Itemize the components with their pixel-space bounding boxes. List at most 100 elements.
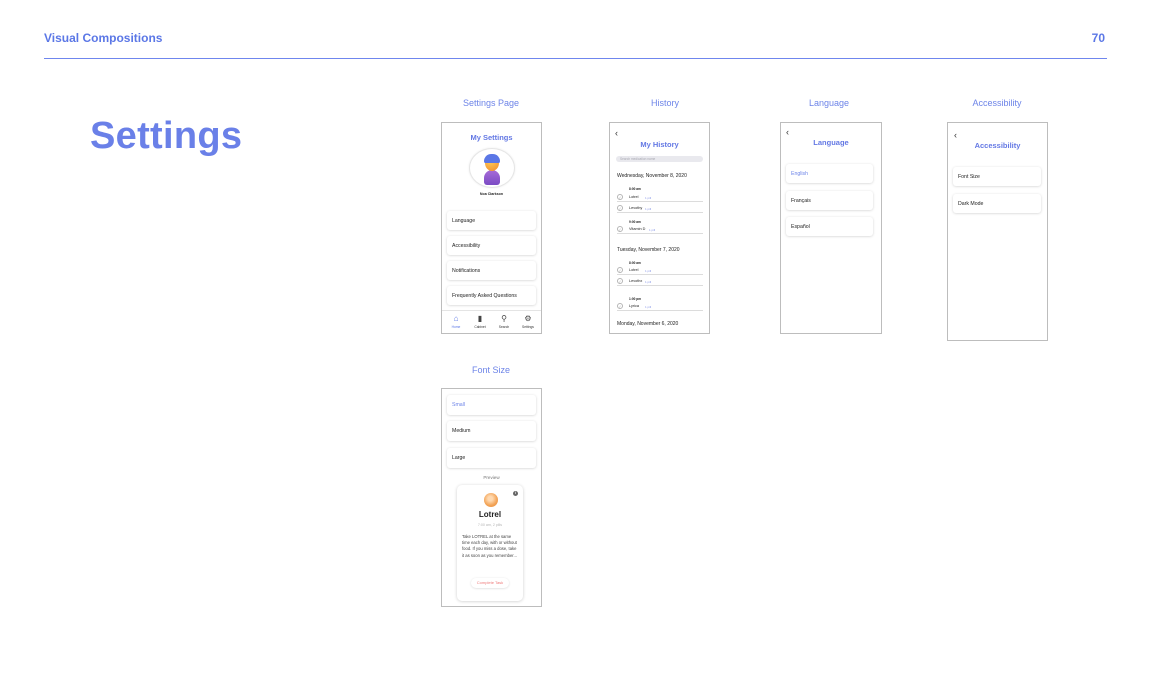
accessibility-screen: ‹ Accessibility Font Size Dark Mode xyxy=(947,122,1048,341)
med-name: Lotrel xyxy=(629,195,639,199)
tab-label: Search xyxy=(498,325,510,329)
user-name: Noa Clarkson xyxy=(479,192,504,196)
font-size-option-large[interactable]: Large xyxy=(447,448,536,468)
date-heading: Wednesday, November 8, 2020 xyxy=(617,173,687,179)
tab-label: Home xyxy=(451,325,461,329)
option-label: Large xyxy=(452,455,466,461)
check-circle-icon: ✓ xyxy=(617,226,623,232)
accessibility-option-font-size[interactable]: Font Size xyxy=(953,167,1041,186)
search-input[interactable]: Search medication name xyxy=(616,156,703,162)
medication-instructions: Take LOTREL at the same time each day, w… xyxy=(462,534,517,558)
med-qty: 1 pill xyxy=(645,268,652,273)
user-avatar-icon xyxy=(483,154,501,185)
screen-title: Accessibility xyxy=(974,141,1021,150)
accessibility-option-dark-mode[interactable]: Dark Mode xyxy=(953,194,1041,213)
settings-item-language[interactable]: Language xyxy=(447,211,536,230)
gear-icon: ⚙ xyxy=(524,314,532,323)
settings-item-notifications[interactable]: Notifications xyxy=(447,261,536,280)
settings-item-accessibility[interactable]: Accessibility xyxy=(447,236,536,255)
caption-settings-page: Settings Page xyxy=(462,98,520,108)
med-name: Levothy xyxy=(629,206,643,210)
history-entry[interactable]: ✓ Levothy 1 pill xyxy=(617,205,703,213)
header-divider xyxy=(44,58,1107,59)
language-option-english[interactable]: English xyxy=(786,164,873,183)
back-chevron-icon[interactable]: ‹ xyxy=(615,129,618,138)
back-chevron-icon[interactable]: ‹ xyxy=(954,131,957,140)
medication-name: Lotrel xyxy=(478,510,502,519)
med-qty: 1 pill xyxy=(645,304,652,309)
screen-title: My Settings xyxy=(470,133,513,142)
info-icon[interactable]: i xyxy=(513,491,518,496)
pill-image-icon xyxy=(484,493,498,507)
history-entry[interactable]: ✓ Lotrel 1 pill xyxy=(617,194,703,202)
option-label: English xyxy=(791,170,809,177)
avatar-body xyxy=(484,170,500,185)
dose-time: 1:00 pm xyxy=(629,297,642,301)
date-heading: Monday, November 6, 2020 xyxy=(617,321,679,327)
history-screen: ‹ My History Search medication name Wedn… xyxy=(609,122,710,334)
med-name: Levothx xyxy=(629,279,643,283)
med-qty: 1 pill xyxy=(649,227,656,232)
dose-time: 8:00 am xyxy=(629,261,641,265)
complete-task-button[interactable]: Complete Task xyxy=(471,578,509,588)
section-title: Visual Compositions xyxy=(44,31,163,45)
settings-item-label: Frequently Asked Questions xyxy=(452,292,517,299)
tab-label: Cabinet xyxy=(474,325,486,329)
tab-cabinet[interactable]: ▮ Cabinet xyxy=(470,314,490,329)
option-label: Medium xyxy=(452,428,471,434)
back-chevron-icon[interactable]: ‹ xyxy=(786,128,789,137)
font-size-option-small[interactable]: Small xyxy=(447,395,536,415)
tab-settings[interactable]: ⚙ Settings xyxy=(518,314,538,329)
font-size-option-medium[interactable]: Medium xyxy=(447,421,536,441)
settings-screen: My Settings Noa Clarkson Language Access… xyxy=(441,122,542,334)
settings-item-label: Notifications xyxy=(452,267,481,274)
settings-item-label: Accessibility xyxy=(452,242,481,249)
dose-time: 8:00 am xyxy=(629,187,641,191)
avatar[interactable] xyxy=(469,148,515,188)
check-circle-icon: ✓ xyxy=(617,303,623,309)
medication-card-preview: i Lotrel 7:00 am, 2 pills Take LOTREL at… xyxy=(457,485,523,601)
search-icon: ⚲ xyxy=(501,314,507,323)
avatar-hair xyxy=(484,154,500,163)
caption-accessibility: Accessibility xyxy=(972,98,1022,108)
language-option-espanol[interactable]: Español xyxy=(786,217,873,236)
dose-time: 9:00 am xyxy=(629,220,641,224)
settings-item-faq[interactable]: Frequently Asked Questions xyxy=(447,286,536,305)
slide-title: Settings xyxy=(90,115,243,157)
check-circle-icon: ✓ xyxy=(617,278,623,284)
med-qty: 1 pill xyxy=(645,195,652,200)
option-label: Español xyxy=(791,223,810,230)
option-label: Font Size xyxy=(958,173,980,180)
tab-search[interactable]: ⚲ Search xyxy=(494,314,514,329)
date-heading: Tuesday, November 7, 2020 xyxy=(617,247,680,253)
check-circle-icon: ✓ xyxy=(617,267,623,273)
settings-item-label: Language xyxy=(452,217,476,224)
check-circle-icon: ✓ xyxy=(617,205,623,211)
option-label: Small xyxy=(452,402,465,408)
screen-title: My History xyxy=(640,140,679,149)
medication-schedule: 7:00 am, 2 pills xyxy=(477,523,503,527)
history-entry[interactable]: ✓ Lyrica 1 pill xyxy=(617,303,703,311)
check-circle-icon: ✓ xyxy=(617,194,623,200)
history-entry[interactable]: ✓ Levothx 1 pill xyxy=(617,278,703,286)
caption-font-size: Font Size xyxy=(471,365,511,375)
med-name: Lyrica xyxy=(629,304,639,308)
page-number: 70 xyxy=(1091,31,1105,45)
option-label: Dark Mode xyxy=(958,200,984,207)
cabinet-icon: ▮ xyxy=(477,314,483,323)
home-icon: ⌂ xyxy=(453,314,459,323)
font-size-screen: Small Medium Large Preview i Lotrel 7:00… xyxy=(441,388,542,607)
history-entry[interactable]: ✓ Vitamin D 1 pill xyxy=(617,226,703,234)
tab-label: Settings xyxy=(522,325,534,329)
language-option-francais[interactable]: Français xyxy=(786,191,873,210)
caption-history: History xyxy=(650,98,679,108)
language-screen: ‹ Language English Français Español xyxy=(780,122,882,334)
tab-home[interactable]: ⌂ Home xyxy=(446,314,466,329)
med-name: Lotrel xyxy=(629,268,639,272)
history-entry[interactable]: ✓ Lotrel 1 pill xyxy=(617,267,703,275)
screen-title: Language xyxy=(813,138,849,147)
preview-label: Preview xyxy=(483,475,500,480)
bottom-tab-bar: ⌂ Home ▮ Cabinet ⚲ Search ⚙ Settings xyxy=(442,310,541,333)
med-qty: 1 pill xyxy=(645,206,652,211)
option-label: Français xyxy=(791,197,811,204)
